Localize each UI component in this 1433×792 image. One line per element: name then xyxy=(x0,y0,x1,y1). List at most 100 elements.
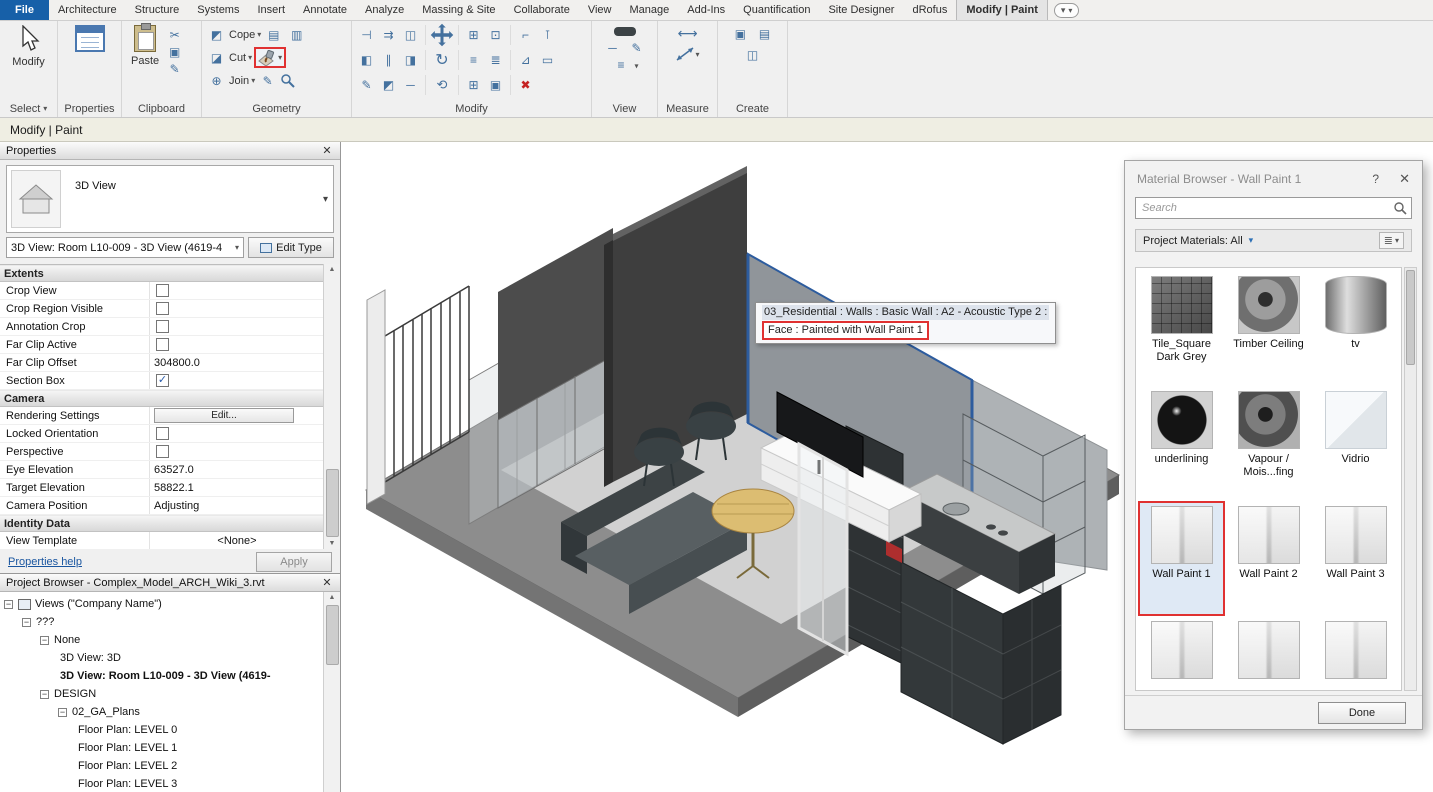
scale-icon[interactable]: ⊡ xyxy=(486,26,505,43)
help-icon[interactable]: ? xyxy=(1372,172,1379,186)
match-properties-icon[interactable]: ✎ xyxy=(165,60,184,77)
scroll-thumb[interactable] xyxy=(1406,270,1415,365)
tab-drofus[interactable]: dRofus xyxy=(903,0,956,20)
wall-join-icon[interactable]: ▤ xyxy=(264,26,283,43)
tab-file[interactable]: File xyxy=(0,0,49,20)
value-field[interactable]: 63527.0 xyxy=(150,461,324,478)
project-browser-scrollbar[interactable]: ▲ xyxy=(323,592,340,792)
tab-view[interactable]: View xyxy=(579,0,621,20)
drawing-area[interactable]: 03_Residential : Walls : Basic Wall : A2… xyxy=(341,142,1433,792)
material-browser-titlebar[interactable]: Material Browser - Wall Paint 1 ? ✕ xyxy=(1125,161,1422,197)
tree-item[interactable]: 3D View: 3D xyxy=(0,649,323,667)
glass-partition[interactable] xyxy=(799,444,847,654)
tree-item[interactable]: −DESIGN xyxy=(0,685,323,703)
align-icon[interactable]: ⊣ xyxy=(357,26,376,43)
value-field[interactable]: Adjusting xyxy=(150,497,324,514)
material-item[interactable]: underlining xyxy=(1138,386,1225,501)
close-icon[interactable]: ✕ xyxy=(320,576,334,589)
chevron-down-icon[interactable]: ▾ xyxy=(248,53,252,62)
wedge-icon[interactable]: ⊿ xyxy=(516,51,535,68)
scroll-down-icon[interactable]: ▼ xyxy=(329,540,336,547)
tab-architecture[interactable]: Architecture xyxy=(49,0,126,20)
measure-icon[interactable] xyxy=(675,46,695,62)
rows2-icon[interactable]: ≣ xyxy=(486,51,505,68)
search-icon[interactable] xyxy=(1393,201,1407,215)
edit-type-button[interactable]: Edit Type xyxy=(248,237,334,258)
material-item[interactable] xyxy=(1312,616,1399,691)
checkbox[interactable] xyxy=(156,320,169,333)
type-selector[interactable]: 3D View ▾ xyxy=(6,165,334,233)
join-button[interactable]: Join xyxy=(229,75,249,87)
create-group-icon[interactable]: ▣ xyxy=(731,25,750,42)
tree-item[interactable]: Floor Plan: LEVEL 2 xyxy=(0,757,323,775)
beam-join-icon[interactable]: ▥ xyxy=(287,26,306,43)
tree-item[interactable]: −??? xyxy=(0,613,323,631)
done-button[interactable]: Done xyxy=(1318,702,1406,724)
view-options-button[interactable]: ≣ ▾ xyxy=(1379,232,1404,249)
demolish-icon[interactable]: ✎ xyxy=(258,72,277,89)
copy-icon[interactable]: ▣ xyxy=(165,43,184,60)
tab-structure[interactable]: Structure xyxy=(126,0,189,20)
tab-systems[interactable]: Systems xyxy=(188,0,248,20)
rotate-icon[interactable]: ↻ xyxy=(430,48,454,72)
collapse-icon[interactable]: − xyxy=(4,600,13,609)
tree-item[interactable]: Floor Plan: LEVEL 0 xyxy=(0,721,323,739)
ribbon-cycle-button[interactable]: ▾ ▾ xyxy=(1054,3,1080,18)
material-scrollbar[interactable] xyxy=(1404,267,1417,691)
scroll-up-icon[interactable]: ▲ xyxy=(329,594,336,601)
delete-icon[interactable]: ✖ xyxy=(516,76,535,93)
pencil-icon[interactable]: ✎ xyxy=(357,76,376,93)
cut-to-clipboard-icon[interactable]: ✂ xyxy=(165,26,184,43)
material-item[interactable]: Vidrio xyxy=(1312,386,1399,501)
panel-label-measure[interactable]: Measure xyxy=(658,100,717,117)
scroll-up-icon[interactable]: ▲ xyxy=(329,266,336,273)
tree-item[interactable]: −02_GA_Plans xyxy=(0,703,323,721)
checkbox[interactable] xyxy=(156,445,169,458)
scroll-thumb[interactable] xyxy=(326,605,339,665)
material-item[interactable]: Vapour / Mois...fing xyxy=(1225,386,1312,501)
checkbox-checked[interactable]: ✓ xyxy=(156,374,169,387)
hide-isolate-icon[interactable] xyxy=(614,27,636,36)
properties-toggle-button[interactable] xyxy=(70,24,110,53)
close-icon[interactable]: ✕ xyxy=(320,144,334,157)
match-icon[interactable]: ◨ xyxy=(401,51,420,68)
material-item[interactable]: Tile_Square Dark Grey xyxy=(1138,271,1225,386)
box-icon[interactable]: ▭ xyxy=(538,51,557,68)
tab-site-designer[interactable]: Site Designer xyxy=(819,0,903,20)
apply-button[interactable]: Apply xyxy=(256,552,332,572)
value-field[interactable]: 304800.0 xyxy=(150,354,324,371)
split-icon[interactable]: ◧ xyxy=(357,51,376,68)
section-identity-data[interactable]: Identity Data xyxy=(0,515,324,532)
section-camera[interactable]: Camera xyxy=(0,390,324,407)
panel-label-modify[interactable]: Modify xyxy=(352,100,591,117)
trim-icon[interactable]: ⌐ xyxy=(516,26,535,43)
material-item[interactable]: Timber Ceiling xyxy=(1225,271,1312,386)
project-browser-titlebar[interactable]: Project Browser - Complex_Model_ARCH_Wik… xyxy=(0,574,340,592)
edit-rendering-settings-button[interactable]: Edit... xyxy=(154,408,294,423)
create-similar-icon[interactable]: ▤ xyxy=(755,25,774,42)
material-filter-bar[interactable]: Project Materials: All ▾ ≣ ▾ xyxy=(1135,229,1412,252)
ruler-icon[interactable]: ─ xyxy=(603,39,622,56)
checkbox[interactable] xyxy=(156,427,169,440)
material-item[interactable]: tv xyxy=(1312,271,1399,386)
material-item-wall-paint-1[interactable]: Wall Paint 1 xyxy=(1138,501,1225,616)
offset-icon[interactable]: ⇉ xyxy=(379,26,398,43)
checkbox[interactable] xyxy=(156,284,169,297)
rows-icon[interactable]: ≡ xyxy=(464,51,483,68)
panel-label-select[interactable]: Select▾ xyxy=(0,100,57,117)
paste-button[interactable]: Paste xyxy=(126,24,164,68)
collapse-icon[interactable]: − xyxy=(40,636,49,645)
magnifier-icon[interactable] xyxy=(280,73,296,89)
tree-item[interactable]: −None xyxy=(0,631,323,649)
tab-modify-paint[interactable]: Modify | Paint xyxy=(956,0,1048,20)
properties-help-link[interactable]: Properties help xyxy=(8,556,82,568)
paint-icon[interactable] xyxy=(258,50,276,66)
tree-item-active-view[interactable]: 3D View: Room L10-009 - 3D View (4619- xyxy=(0,667,323,685)
chevron-down-icon[interactable]: ▾ xyxy=(635,62,639,71)
checkbox[interactable] xyxy=(156,302,169,315)
close-icon[interactable]: ✕ xyxy=(1399,171,1410,187)
tab-quantification[interactable]: Quantification xyxy=(734,0,819,20)
ruler-long-icon[interactable]: ⟷ xyxy=(677,25,697,42)
cut-button[interactable]: Cut xyxy=(229,52,246,64)
mirror-icon[interactable]: ◫ xyxy=(401,26,420,43)
